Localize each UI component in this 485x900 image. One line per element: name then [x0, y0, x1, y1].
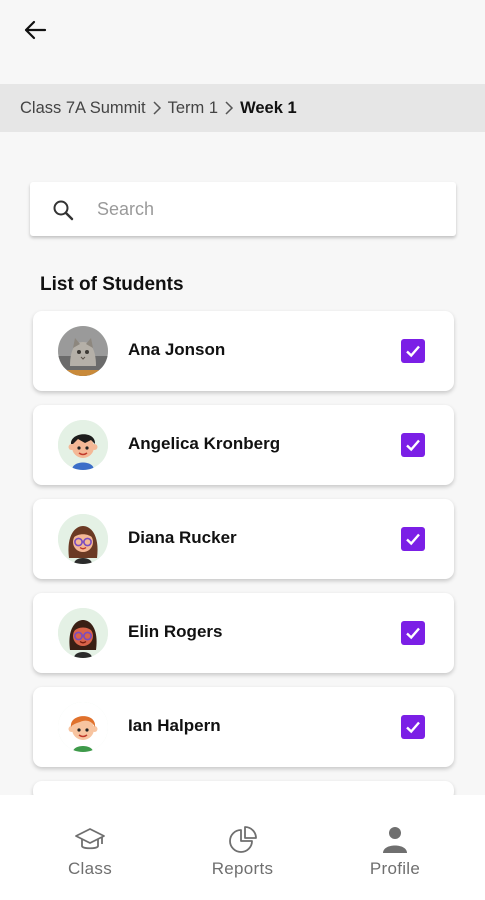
- breadcrumb: Class 7A Summit Term 1 Week 1: [0, 84, 485, 132]
- check-icon: [406, 721, 420, 734]
- student-name: Angelica Kronberg: [128, 434, 281, 453]
- student-list: Ana Jonson Angelica Kronberg Diana Rucke…: [33, 311, 454, 815]
- arrow-left-icon: [24, 20, 47, 40]
- check-icon: [406, 439, 420, 452]
- nav-item-reports[interactable]: Reports: [193, 795, 293, 900]
- back-button[interactable]: [20, 16, 52, 44]
- search-input[interactable]: [97, 182, 437, 236]
- bottom-nav: Class Reports Profile: [0, 795, 485, 900]
- list-title: List of Students: [40, 274, 184, 295]
- student-card[interactable]: Elin Rogers: [33, 593, 454, 673]
- student-checkbox[interactable]: [401, 527, 425, 551]
- student-name: Ana Jonson: [128, 340, 226, 359]
- breadcrumb-item-week: Week 1: [240, 98, 297, 117]
- student-checkbox[interactable]: [401, 433, 425, 457]
- check-icon: [406, 627, 420, 640]
- breadcrumb-item-term[interactable]: Term 1: [168, 99, 218, 118]
- breadcrumb-item-class[interactable]: Class 7A Summit: [20, 99, 146, 118]
- student-card[interactable]: Ian Halpern: [33, 687, 454, 767]
- student-checkbox[interactable]: [401, 621, 425, 645]
- student-card[interactable]: Diana Rucker: [33, 499, 454, 579]
- boy-avatar: [58, 420, 108, 470]
- nav-item-class[interactable]: Class: [40, 795, 140, 900]
- person-icon: [383, 827, 407, 853]
- girl-glasses-dark-avatar: [58, 608, 108, 658]
- graduation-cap-icon: [75, 828, 105, 850]
- check-icon: [406, 533, 420, 546]
- check-icon: [406, 345, 420, 358]
- student-card[interactable]: Ana Jonson: [33, 311, 454, 391]
- nav-label-reports: Reports: [211, 859, 274, 878]
- redhead-boy-avatar: [58, 702, 108, 752]
- chevron-right-icon: [152, 100, 162, 116]
- student-checkbox[interactable]: [401, 715, 425, 739]
- nav-label-profile: Profile: [369, 859, 421, 878]
- pie-chart-icon: [228, 826, 257, 853]
- student-checkbox[interactable]: [401, 339, 425, 363]
- cat-photo-avatar: [58, 326, 108, 376]
- search-bar[interactable]: [30, 182, 456, 236]
- student-name: Elin Rogers: [128, 622, 223, 641]
- chevron-right-icon: [224, 100, 234, 116]
- nav-label-class: Class: [67, 859, 112, 878]
- nav-item-profile[interactable]: Profile: [345, 795, 445, 900]
- student-name: Ian Halpern: [128, 716, 221, 735]
- student-name: Diana Rucker: [128, 528, 237, 547]
- search-icon: [51, 198, 75, 227]
- girl-glasses-avatar: [58, 514, 108, 564]
- student-card[interactable]: Angelica Kronberg: [33, 405, 454, 485]
- app-header: [0, 0, 485, 84]
